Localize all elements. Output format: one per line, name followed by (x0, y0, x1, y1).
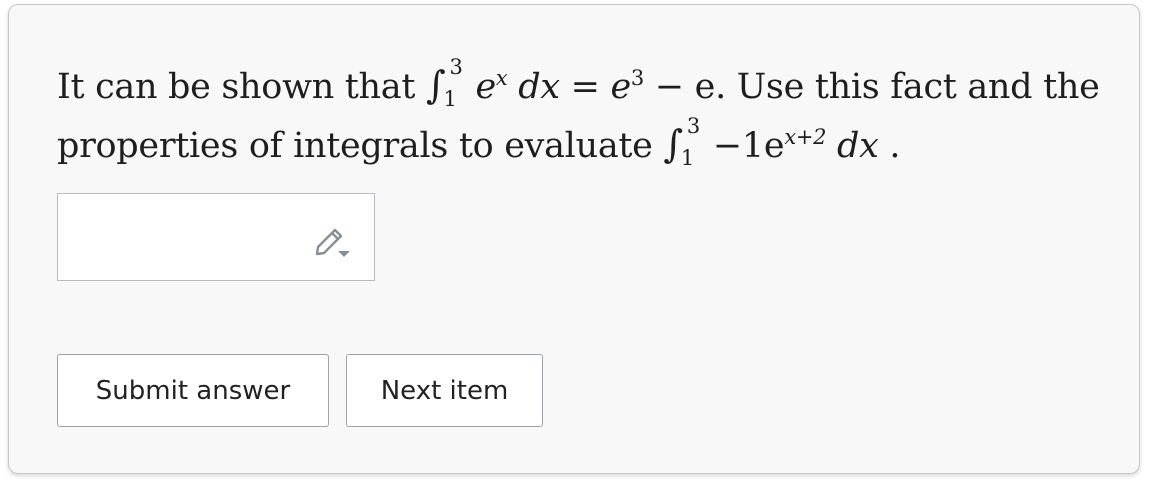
submit-answer-button[interactable]: Submit answer (57, 354, 329, 427)
question-prompt: It can be shown that ∫ 3 1 ex dx = e3 − e. … (57, 56, 1100, 175)
pencil-icon[interactable] (312, 220, 354, 260)
prompt-text-continue: Use this fact and the (736, 67, 1100, 107)
integrand-coefficient: −1e (712, 126, 785, 166)
integral-limits-2: 31 (681, 115, 703, 168)
question-line-1: It can be shown that ∫ 3 1 ex dx = e3 − e. … (57, 56, 1100, 116)
integral-lower-limit: 1 (443, 86, 457, 111)
differential-2: dx (837, 126, 879, 166)
integrand-exponent-2: x+2 (784, 125, 827, 149)
integral-upper-limit-2: 3 (686, 113, 700, 138)
equals-sign: = (570, 67, 600, 107)
differential: dx (518, 67, 560, 107)
question-line-2: properties of integrals to evaluate ∫ 3 1−… (57, 115, 1077, 175)
rhs-base: e (610, 67, 632, 107)
rhs-rest: − e. (654, 67, 726, 107)
prompt-text-intro: It can be shown that (57, 67, 416, 107)
integrand-base: e (475, 67, 496, 107)
integral-lower-limit-2: 1 (680, 145, 694, 170)
integrand-exponent: x (495, 66, 508, 90)
answer-input[interactable] (57, 193, 375, 281)
integral-upper-limit: 3 (449, 54, 463, 79)
rhs-exponent: 3 (630, 66, 644, 90)
sentence-end-period: . (889, 126, 901, 166)
prompt-text-evaluate: properties of integrals to evaluate (57, 126, 653, 166)
integral-limits: 31 (443, 56, 465, 109)
next-item-button[interactable]: Next item (346, 354, 543, 427)
question-card: It can be shown that ∫ 3 1 ex dx = e3 − e. … (8, 4, 1140, 474)
